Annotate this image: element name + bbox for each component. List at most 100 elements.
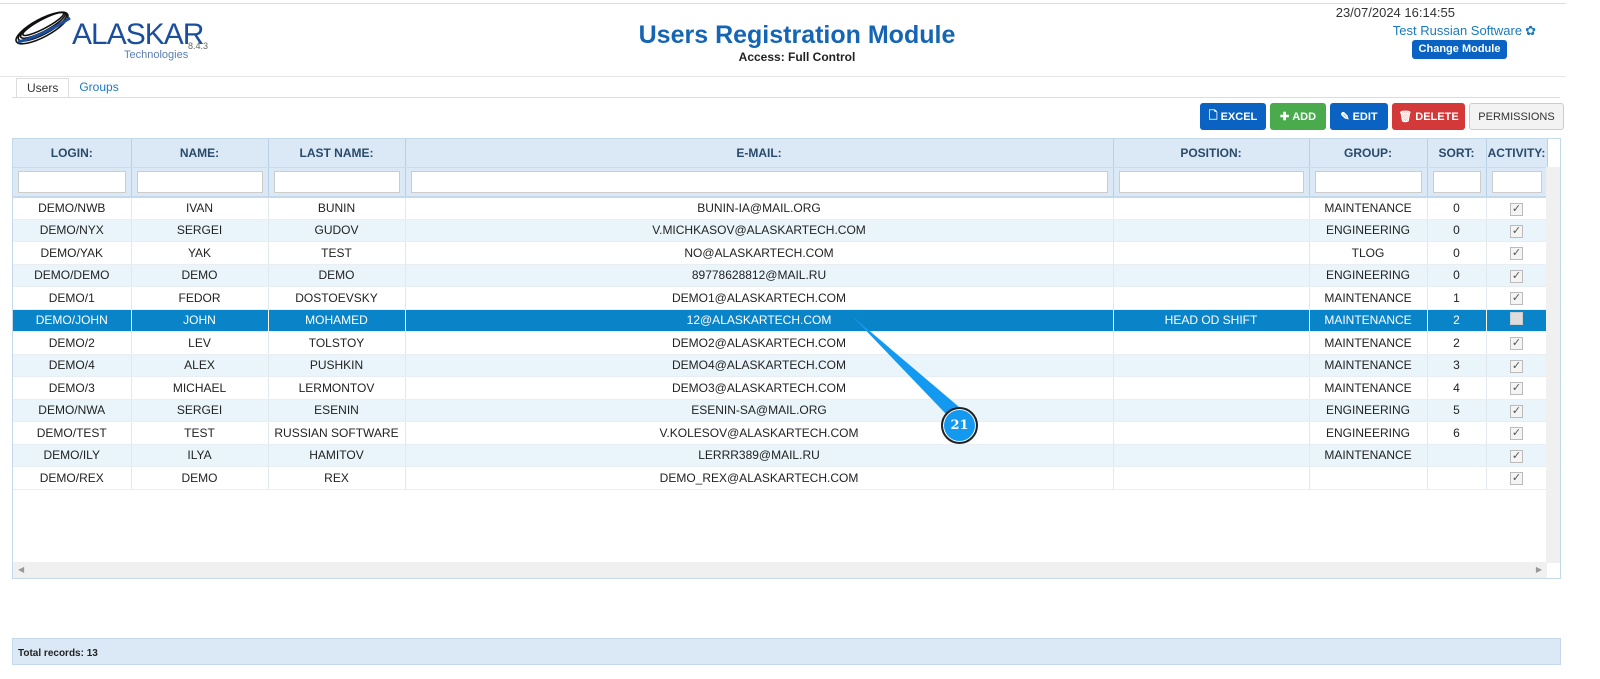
filter-input[interactable] [1491, 170, 1542, 193]
scroll-right-icon[interactable]: ▶ [1536, 565, 1542, 574]
filter-input[interactable] [18, 170, 126, 193]
table-row[interactable]: DEMO/NYX SERGEI GUDOV V.MICHKASOV@ALASKARTE… [13, 219, 1548, 242]
cell-login: DEMO/JOHN [13, 309, 132, 332]
column-header[interactable]: ACTIVITY: [1486, 139, 1548, 168]
cell-activity [1486, 309, 1548, 332]
filter-input[interactable] [136, 170, 263, 193]
column-header[interactable]: E-MAIL: [405, 139, 1114, 168]
cell-position [1113, 466, 1310, 490]
cell-email: 89778628812@MAIL.RU [405, 264, 1114, 287]
cell-last: HAMITOV [268, 444, 406, 467]
table-row[interactable]: DEMO/REX DEMO REX DEMO_REX@ALASKARTECH.COM ✓ [13, 466, 1548, 490]
excel-button[interactable]: 🗋 EXCEL [1200, 103, 1266, 130]
cell-group: MAINTENANCE [1309, 444, 1428, 467]
activity-checkbox[interactable]: ✓ [1510, 359, 1523, 373]
divider [0, 76, 1566, 77]
table-row[interactable]: DEMO/JOHN JOHN MOHAMED 12@ALASKARTECH.COM HE… [13, 309, 1548, 332]
table-row[interactable]: DEMO/NWB IVAN BUNIN BUNIN-IA@MAIL.ORG MAINTE… [13, 196, 1548, 220]
filter-input[interactable] [1314, 170, 1422, 193]
cell-last: RUSSIAN SOFTWARE [268, 421, 406, 445]
column-header[interactable]: LAST NAME: [268, 139, 406, 168]
cell-activity: ✓ [1486, 399, 1548, 422]
cell-last: REX [268, 466, 406, 490]
cell-sort: 2 [1427, 309, 1487, 332]
activity-checkbox[interactable] [1510, 312, 1523, 326]
table-row[interactable]: DEMO/YAK YAK TEST NO@ALASKARTECH.COM TLOG 0 ✓ [13, 241, 1548, 265]
cell-login: DEMO/1 [13, 286, 132, 310]
cell-name: ILYA [131, 444, 269, 467]
filter-cell [131, 167, 269, 198]
activity-checkbox[interactable]: ✓ [1510, 449, 1523, 463]
filter-input[interactable] [273, 170, 400, 193]
filter-cell [405, 167, 1114, 198]
column-header[interactable]: SORT: [1427, 139, 1487, 168]
table-row[interactable]: DEMO/3 MICHAEL LERMONTOV DEMO3@ALASKARTECH.… [13, 376, 1548, 400]
user-link[interactable]: Test Russian Software ✿ [1393, 23, 1536, 39]
permissions-button[interactable]: PERMISSIONS [1469, 103, 1564, 130]
cell-activity: ✓ [1486, 264, 1548, 287]
cell-group: TLOG [1309, 241, 1428, 265]
activity-checkbox[interactable]: ✓ [1510, 247, 1523, 261]
cell-name: DEMO [131, 466, 269, 490]
cell-position [1113, 331, 1310, 355]
activity-checkbox[interactable]: ✓ [1510, 472, 1523, 486]
activity-checkbox[interactable]: ✓ [1510, 269, 1523, 283]
access-level: Access: Full Control [738, 50, 856, 64]
cell-name: SERGEI [131, 399, 269, 422]
activity-checkbox[interactable]: ✓ [1510, 337, 1523, 351]
horizontal-scrollbar[interactable]: ◀ ▶ [13, 562, 1547, 578]
cell-email: V.KOLESOV@ALASKARTECH.COM [405, 421, 1114, 445]
column-header[interactable]: GROUP: [1309, 139, 1428, 168]
activity-checkbox[interactable]: ✓ [1510, 382, 1523, 396]
column-header[interactable]: LOGIN: [13, 139, 132, 168]
column-header[interactable]: NAME: [131, 139, 269, 168]
add-button[interactable]: ✚ ADD [1270, 103, 1326, 130]
cell-name: SERGEI [131, 219, 269, 242]
cell-last: GUDOV [268, 219, 406, 242]
delete-button[interactable]: 🗑 DELETE [1392, 103, 1465, 130]
cell-login: DEMO/2 [13, 331, 132, 355]
edit-icon: ✎ [1340, 111, 1350, 123]
cell-login: DEMO/NWB [13, 196, 132, 220]
vertical-scrollbar[interactable] [1546, 167, 1560, 563]
edit-button[interactable]: ✎ EDIT [1330, 103, 1388, 130]
cell-activity: ✓ [1486, 219, 1548, 242]
gear-icon[interactable]: ✿ [1525, 23, 1536, 38]
cell-login: DEMO/ILY [13, 444, 132, 467]
activity-checkbox[interactable]: ✓ [1510, 404, 1523, 418]
cell-position [1113, 421, 1310, 445]
tab-users[interactable]: Users [16, 78, 70, 98]
cell-email: V.MICHKASOV@ALASKARTECH.COM [405, 219, 1114, 242]
cell-activity: ✓ [1486, 354, 1548, 377]
filter-input[interactable] [1432, 170, 1481, 193]
cell-group: MAINTENANCE [1309, 376, 1428, 400]
table-row[interactable]: DEMO/1 FEDOR DOSTOEVSKY DEMO1@ALASKARTECH.C… [13, 286, 1548, 310]
cell-email: ESENIN-SA@MAIL.ORG [405, 399, 1114, 422]
table-row[interactable]: DEMO/DEMO DEMO DEMO 89778628812@MAIL.RU ENGI… [13, 264, 1548, 287]
cell-position: HEAD OD SHIFT [1113, 309, 1310, 332]
cell-activity: ✓ [1486, 286, 1548, 310]
table-row[interactable]: DEMO/TEST TEST RUSSIAN SOFTWARE V.KOLESOV@A… [13, 421, 1548, 445]
table-row[interactable]: DEMO/2 LEV TOLSTOY DEMO2@ALASKARTECH.COM MAI… [13, 331, 1548, 355]
tab-groups[interactable]: Groups [69, 78, 128, 98]
table-row[interactable]: DEMO/4 ALEX PUSHKIN DEMO4@ALASKARTECH.COM MA… [13, 354, 1548, 377]
filter-input[interactable] [410, 170, 1108, 193]
cell-name: YAK [131, 241, 269, 265]
filter-input[interactable] [1118, 170, 1304, 193]
scroll-left-icon[interactable]: ◀ [18, 565, 24, 574]
column-header[interactable]: POSITION: [1113, 139, 1310, 168]
activity-checkbox[interactable]: ✓ [1510, 427, 1523, 441]
table-row[interactable]: DEMO/NWA SERGEI ESENIN ESENIN-SA@MAIL.ORG EN… [13, 399, 1548, 422]
cell-name: JOHN [131, 309, 269, 332]
cell-name: ALEX [131, 354, 269, 377]
activity-checkbox[interactable]: ✓ [1510, 202, 1523, 216]
cell-login: DEMO/NYX [13, 219, 132, 242]
change-module-button[interactable]: Change Module [1412, 40, 1507, 59]
activity-checkbox[interactable]: ✓ [1510, 224, 1523, 238]
cell-sort [1427, 466, 1487, 490]
activity-checkbox[interactable]: ✓ [1510, 292, 1523, 306]
cell-group: ENGINEERING [1309, 219, 1428, 242]
cell-group: MAINTENANCE [1309, 354, 1428, 377]
cell-activity: ✓ [1486, 241, 1548, 265]
table-row[interactable]: DEMO/ILY ILYA HAMITOV LERRR389@MAIL.RU MAINT… [13, 444, 1548, 467]
